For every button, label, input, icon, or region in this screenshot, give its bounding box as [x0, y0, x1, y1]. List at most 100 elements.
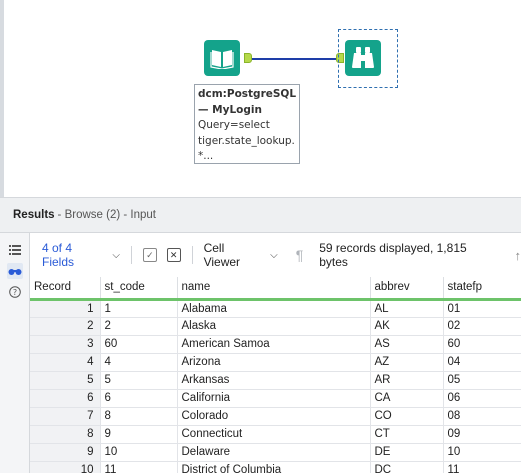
- table-cell[interactable]: District of Columbia: [177, 461, 371, 473]
- table-cell[interactable]: 5: [100, 371, 178, 390]
- divider: [191, 246, 193, 264]
- table-cell[interactable]: Colorado: [177, 407, 371, 426]
- table-cell[interactable]: 10: [443, 443, 521, 462]
- workflow-canvas[interactable]: dcm:PostgreSQL — MyLogin Query=select ti…: [0, 0, 521, 197]
- table-cell[interactable]: 2: [100, 317, 178, 336]
- table-cell[interactable]: AK: [370, 317, 444, 336]
- table-row[interactable]: 4 4 Arizona AZ 04: [30, 353, 521, 372]
- tool-annotation[interactable]: dcm:PostgreSQL — MyLogin Query=select ti…: [194, 84, 300, 164]
- table-cell[interactable]: 04: [443, 353, 521, 372]
- table-cell[interactable]: Alaska: [177, 317, 371, 336]
- table-cell[interactable]: AR: [370, 371, 444, 390]
- table-cell[interactable]: 60: [443, 335, 521, 354]
- table-row[interactable]: 7 8 Colorado CO 08: [30, 407, 521, 426]
- results-grid[interactable]: Record st_code name abbrev statefp 1 1 Ala…: [30, 277, 521, 473]
- column-header[interactable]: Record: [30, 277, 101, 301]
- viewer-label: Cell Viewer: [203, 241, 241, 269]
- table-row[interactable]: 9 10 Delaware DE 10: [30, 443, 521, 462]
- list-icon[interactable]: [7, 242, 23, 258]
- cell-viewer-dropdown[interactable]: Cell Viewer ⌵: [204, 241, 278, 269]
- help-icon[interactable]: ?: [7, 284, 23, 300]
- table-cell[interactable]: Delaware: [177, 443, 371, 462]
- checkbox-icon[interactable]: ✓: [142, 248, 157, 262]
- chevron-down-icon: ⌵: [270, 249, 278, 261]
- table-cell[interactable]: Alabama: [177, 299, 371, 318]
- table-cell[interactable]: AZ: [370, 353, 444, 372]
- table-cell[interactable]: 4: [100, 353, 178, 372]
- clear-selection-icon[interactable]: ✕: [166, 248, 181, 262]
- column-header[interactable]: name: [177, 277, 371, 301]
- table-row[interactable]: 3 60 American Samoa AS 60: [30, 335, 521, 354]
- table-cell[interactable]: Connecticut: [177, 425, 371, 444]
- record-cell: 10: [30, 461, 101, 473]
- column-header[interactable]: st_code: [100, 277, 178, 301]
- table-header-row: Record st_code name abbrev statefp: [30, 277, 521, 301]
- table-cell[interactable]: AL: [370, 299, 444, 318]
- table-row[interactable]: 6 6 California CA 06: [30, 389, 521, 408]
- results-header: Results - Browse (2) - Input: [0, 197, 521, 233]
- table-row[interactable]: 10 11 District of Columbia DC 11: [30, 461, 521, 473]
- annotation-line-2: — MyLogin: [198, 103, 262, 116]
- connection-line[interactable]: [252, 58, 336, 60]
- table-cell[interactable]: Arizona: [177, 353, 371, 372]
- binoculars-icon[interactable]: [7, 263, 23, 279]
- table-cell[interactable]: 10: [100, 443, 178, 462]
- table-cell[interactable]: CA: [370, 389, 444, 408]
- table-cell[interactable]: 05: [443, 371, 521, 390]
- table-cell[interactable]: Arkansas: [177, 371, 371, 390]
- record-cell: 3: [30, 335, 101, 354]
- table-row[interactable]: 5 5 Arkansas AR 05: [30, 371, 521, 390]
- browse-tool[interactable]: [345, 40, 381, 76]
- column-header[interactable]: statefp: [443, 277, 521, 301]
- table-cell[interactable]: 08: [443, 407, 521, 426]
- table-cell[interactable]: 60: [100, 335, 178, 354]
- divider: [131, 246, 132, 264]
- results-subtitle: - Browse (2) - Input: [57, 209, 156, 221]
- table-cell[interactable]: DC: [370, 461, 444, 473]
- fields-label: 4 of 4 Fields: [42, 241, 75, 269]
- table-row[interactable]: 8 9 Connecticut CT 09: [30, 425, 521, 444]
- results-title: Results: [13, 209, 55, 221]
- table-cell[interactable]: California: [177, 389, 371, 408]
- fields-selector[interactable]: 4 of 4 Fields ⌵: [42, 241, 120, 269]
- table-cell[interactable]: 11: [443, 461, 521, 473]
- table-cell[interactable]: CO: [370, 407, 444, 426]
- table-cell[interactable]: 01: [443, 299, 521, 318]
- arrow-up-icon[interactable]: ↑: [515, 248, 521, 263]
- table-cell[interactable]: 1: [100, 299, 178, 318]
- table-row[interactable]: 1 1 Alabama AL 01: [30, 299, 521, 318]
- results-side-rail: ?: [0, 233, 30, 473]
- table-cell[interactable]: AS: [370, 335, 444, 354]
- column-header[interactable]: abbrev: [370, 277, 444, 301]
- table-cell[interactable]: DE: [370, 443, 444, 462]
- book-icon: [210, 50, 234, 69]
- record-cell: 7: [30, 407, 101, 426]
- output-anchor[interactable]: [244, 53, 252, 63]
- table-cell[interactable]: 11: [100, 461, 178, 473]
- table-cell[interactable]: 9: [100, 425, 178, 444]
- record-cell: 5: [30, 371, 101, 390]
- records-info: 59 records displayed, 1,815 bytes: [319, 241, 467, 269]
- table-cell[interactable]: 06: [443, 389, 521, 408]
- results-toolbar: 4 of 4 Fields ⌵ ✓ ✕ Cell Viewer ⌵ ¶ 59 r…: [30, 233, 521, 277]
- record-cell: 6: [30, 389, 101, 408]
- pilcrow-icon[interactable]: ¶: [296, 247, 304, 263]
- data-table: Record st_code name abbrev statefp 1 1 Ala…: [30, 277, 521, 473]
- annotation-line-4: tiger.state_lookup.: [198, 134, 295, 147]
- table-cell[interactable]: CT: [370, 425, 444, 444]
- table-cell[interactable]: 6: [100, 389, 178, 408]
- table-cell[interactable]: 09: [443, 425, 521, 444]
- input-data-tool[interactable]: [204, 40, 240, 76]
- table-row[interactable]: 2 2 Alaska AK 02: [30, 317, 521, 336]
- table-cell[interactable]: 8: [100, 407, 178, 426]
- annotation-line-5: *...: [198, 150, 214, 162]
- table-cell[interactable]: 02: [443, 317, 521, 336]
- record-cell: 9: [30, 443, 101, 462]
- annotation-line-1: dcm:PostgreSQL: [198, 88, 297, 100]
- record-cell: 8: [30, 425, 101, 444]
- record-cell: 4: [30, 353, 101, 372]
- annotation-line-3: Query=select: [198, 119, 270, 131]
- svg-text:?: ?: [13, 288, 17, 297]
- record-cell: 2: [30, 317, 101, 336]
- table-cell[interactable]: American Samoa: [177, 335, 371, 354]
